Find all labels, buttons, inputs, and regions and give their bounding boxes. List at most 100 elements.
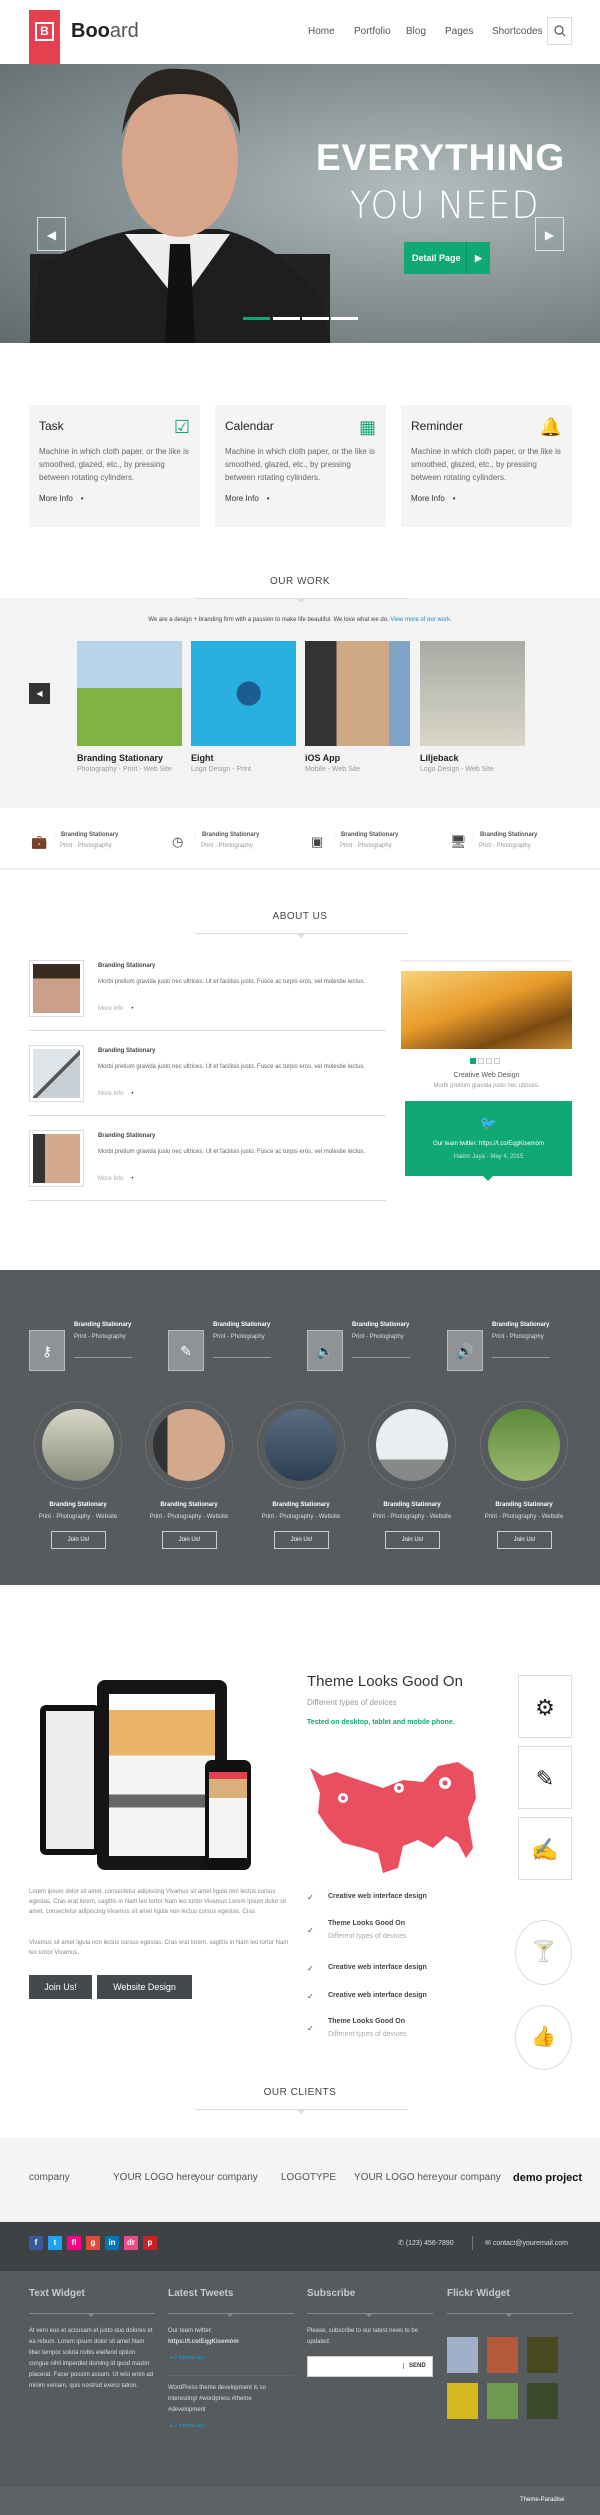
slide-dot[interactable] [494, 1058, 500, 1064]
team-avatar[interactable] [145, 1401, 233, 1489]
email[interactable]: ✉ contact@youremail.com [485, 2239, 568, 2247]
twitter-icon[interactable]: t [48, 2236, 62, 2250]
thumbs-up-icon[interactable]: 👍 [515, 2005, 572, 2070]
slide-dot[interactable] [478, 1058, 484, 1064]
divider [492, 1357, 550, 1358]
client-logo[interactable]: your company [438, 2172, 501, 2183]
more-info-link[interactable]: More Info • [98, 1176, 133, 1182]
portfolio-image[interactable] [191, 641, 296, 746]
linkedin-icon[interactable]: in [105, 2236, 119, 2250]
join-us-button[interactable]: Join Us! [29, 1975, 92, 1999]
edit-icon[interactable]: ✍ [518, 1817, 572, 1880]
slide-dot[interactable] [486, 1058, 492, 1064]
service-title[interactable]: Branding Stationary [334, 832, 398, 838]
slide-dot[interactable] [273, 317, 300, 320]
dark-feature-title: Branding Stationary [74, 1322, 132, 1328]
flickr-photo[interactable] [527, 2383, 558, 2419]
join-us-button[interactable]: Join Us! [51, 1531, 106, 1549]
google-plus-icon[interactable]: g [86, 2236, 100, 2250]
join-us-button[interactable]: Join Us! [162, 1531, 217, 1549]
nav-pages[interactable]: Pages [445, 26, 473, 37]
more-info-link[interactable]: More Info • [98, 1006, 133, 1012]
volume-low-icon[interactable]: 🔈 [307, 1330, 343, 1371]
key-icon[interactable]: ⚷ [29, 1330, 65, 1371]
service-title[interactable]: Branding Stationary [195, 832, 259, 838]
tweet-1-link[interactable]: https://t.co/EqgKisemóm [168, 2337, 239, 2348]
bell-icon: 🔔 [539, 417, 562, 437]
tweet-1-time[interactable]: ● 2 months ago [170, 2353, 205, 2364]
more-info-link[interactable]: More Info • [39, 494, 190, 503]
work-prev-button[interactable]: ◀ [29, 683, 50, 704]
flickr-photo[interactable] [447, 2383, 478, 2419]
portfolio-image[interactable] [420, 641, 525, 746]
portfolio-title[interactable]: Eight [191, 753, 214, 763]
website-design-button[interactable]: Website Design [97, 1975, 192, 1999]
client-logo[interactable]: your company [195, 2172, 258, 2183]
slide-dot[interactable] [331, 317, 358, 320]
team-avatar[interactable] [257, 1401, 345, 1489]
pencil-icon[interactable]: ✎ [518, 1746, 572, 1809]
search-button[interactable] [547, 17, 572, 45]
tweet-2-time[interactable]: ● 2 months ago [170, 2421, 205, 2432]
join-us-button[interactable]: Join Us! [274, 1531, 329, 1549]
service-title[interactable]: Branding Stationary [473, 832, 537, 838]
brand-name[interactable]: Booard [71, 20, 139, 43]
volume-high-icon[interactable]: 🔊 [447, 1330, 483, 1371]
portfolio-image[interactable] [77, 641, 182, 746]
slide-dot[interactable] [302, 317, 329, 320]
dribbble-icon[interactable]: dr [124, 2236, 138, 2250]
cocktail-icon[interactable]: 🍸 [515, 1920, 572, 1985]
detail-page-button[interactable]: Detail Page ▶ [404, 242, 490, 274]
twitter-text[interactable]: Our team twitter: https://t.co/EqgKisemó… [405, 1141, 572, 1147]
client-logo[interactable]: demo project [513, 2172, 582, 2184]
dark-feature-sub: Print - Photography [213, 1334, 265, 1340]
pencil-icon[interactable]: ✎ [168, 1330, 204, 1371]
gear-icon[interactable]: ⚙ [518, 1675, 572, 1738]
flickr-photo[interactable] [487, 2337, 518, 2373]
portfolio-title[interactable]: Liljeback [420, 753, 459, 763]
about-item-text: Morbi pretium gravida justo nec ultrices… [98, 1149, 366, 1155]
client-logo[interactable]: YOUR LOGO here [113, 2172, 196, 2183]
join-us-button[interactable]: Join Us! [497, 1531, 552, 1549]
portfolio-image[interactable] [305, 641, 410, 746]
flickr-photo[interactable] [447, 2337, 478, 2373]
more-info-link[interactable]: More Info • [98, 1091, 133, 1097]
team-avatar[interactable] [34, 1401, 122, 1489]
facebook-icon[interactable]: f [29, 2236, 43, 2250]
dark-feature-title: Branding Stationary [492, 1322, 550, 1328]
flickr-icon[interactable]: fl [67, 2236, 81, 2250]
send-button[interactable]: SEND [403, 2363, 426, 2369]
subscribe-title: Subscribe [307, 2288, 356, 2299]
about-slider-dots [470, 1058, 500, 1064]
client-logo[interactable]: LOGOTYPE [281, 2172, 336, 2183]
more-info-link[interactable]: More Info • [411, 494, 562, 503]
slide-dot-active[interactable] [243, 317, 270, 320]
flickr-photo[interactable] [527, 2337, 558, 2373]
join-us-button[interactable]: Join Us! [385, 1531, 440, 1549]
portfolio-title[interactable]: iOS App [305, 753, 340, 763]
team-sub: Print - Photography - Website [38, 1514, 118, 1520]
flickr-photo[interactable] [487, 2383, 518, 2419]
nav-home[interactable]: Home [308, 26, 335, 37]
about-us-title: ABOUT US [272, 911, 328, 922]
pinterest-icon[interactable]: p [143, 2236, 157, 2250]
slider-caption: Creative Web Design [453, 1072, 520, 1079]
slide-dot-active[interactable] [470, 1058, 476, 1064]
nav-shortcodes[interactable]: Shortcodes [492, 26, 543, 37]
client-logo[interactable]: company [29, 2172, 70, 2183]
view-more-link[interactable]: View more of our work. [390, 617, 451, 623]
service-title[interactable]: Branding Stationary [54, 832, 118, 838]
team-avatar[interactable] [480, 1401, 568, 1489]
nav-portfolio[interactable]: Portfolio [354, 26, 391, 37]
slider-prev-button[interactable]: ◀ [37, 217, 66, 251]
team-avatar[interactable] [368, 1401, 456, 1489]
portfolio-title[interactable]: Branding Stationary [77, 753, 163, 763]
nav-blog[interactable]: Blog [406, 26, 426, 37]
calendar-icon: ▦ [358, 417, 376, 437]
client-logo[interactable]: YOUR LOGO here [354, 2172, 437, 2183]
logo[interactable]: B [29, 10, 60, 64]
slider-next-button[interactable]: ▶ [535, 217, 564, 251]
divider [472, 2236, 473, 2250]
more-info-link[interactable]: More Info • [225, 494, 376, 503]
credit[interactable]: Theme-Paradise [520, 2497, 564, 2503]
